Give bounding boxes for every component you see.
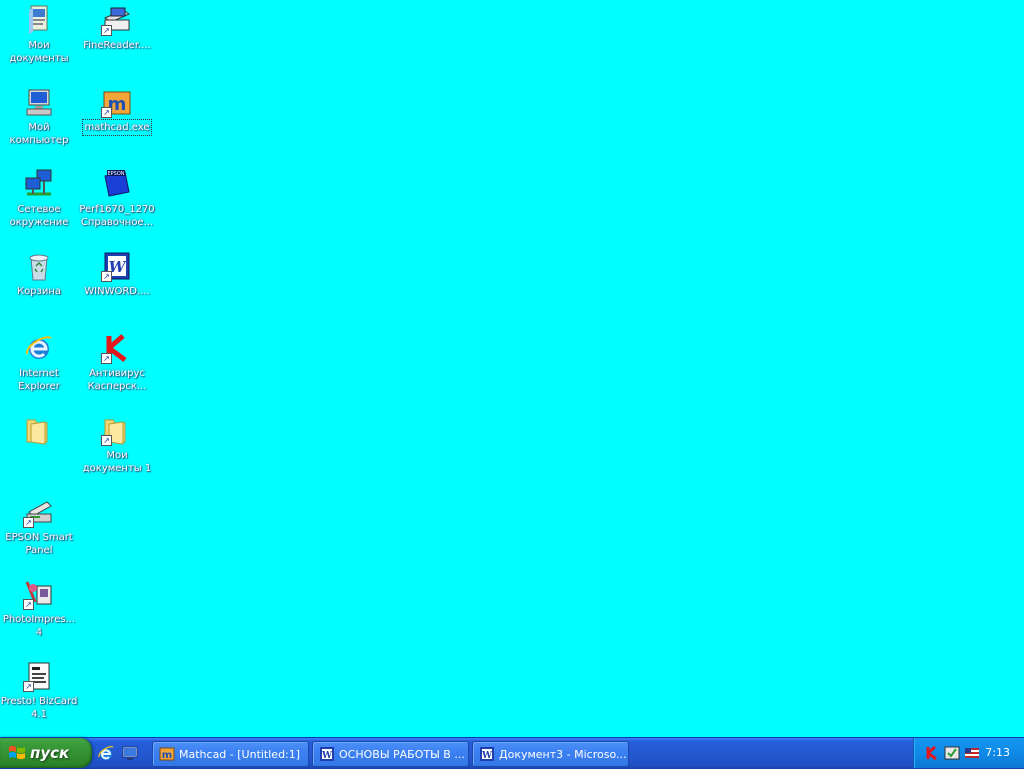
desktop-icon-internet-explorer[interactable]: Internet Explorer [0, 332, 78, 393]
network-places-icon [23, 168, 55, 200]
epson-smart-panel-icon: ↗ [23, 496, 55, 528]
desktop-icon-epson-smart-panel[interactable]: ↗ EPSON Smart Panel [0, 496, 78, 557]
task-label: ОСНОВЫ РАБОТЫ В ... [339, 747, 465, 761]
desktop-icon-label: WINWORD.... [84, 286, 150, 297]
task-label: Mathcad - [Untitled:1] [179, 747, 301, 761]
desktop: Мои документы Мой компьютер Сетевое окру… [0, 0, 1024, 737]
start-button[interactable]: пуск [0, 738, 92, 768]
internet-explorer-icon [23, 332, 55, 364]
desktop-icon-finereader[interactable]: ↗ FineReader.... [78, 4, 156, 52]
svg-text:W: W [321, 751, 333, 761]
kaspersky-icon: ↗ [101, 332, 133, 364]
language-flag-icon[interactable] [964, 745, 980, 761]
desktop-icon-label: PhotoImpres... 4 [2, 614, 76, 638]
desktop-icon-label: Сетевое окружение [9, 204, 69, 228]
word-icon: W ↗ [101, 250, 133, 282]
desktop-icon-label: Мои документы 1 [82, 450, 152, 474]
kaspersky-icon[interactable] [924, 745, 940, 761]
taskbar-task-word-osnovy[interactable]: W ОСНОВЫ РАБОТЫ В ... [312, 741, 469, 767]
folder-shortcut-icon: ↗ [101, 414, 133, 446]
desktop-icon-label: EPSON Smart Panel [5, 532, 73, 556]
desktop-icon-epson-manual[interactable]: EPSON Perf1670_1270 Справочное... [78, 168, 156, 229]
folder-icon [23, 414, 55, 446]
desktop-icon-my-documents[interactable]: Мои документы [0, 4, 78, 65]
desktop-icon-label: Корзина [16, 286, 62, 297]
desktop-icon-label: mathcad.exe [82, 119, 152, 136]
my-computer-icon [23, 86, 55, 118]
my-documents-icon [23, 4, 55, 36]
quick-launch [97, 743, 139, 763]
task-label: Документ3 - Microso... [499, 747, 627, 761]
word-icon: W [480, 747, 494, 761]
desktop-icon-label: Антивирус Касперск... [87, 368, 147, 392]
desktop-icon-mathcad[interactable]: m ↗ mathcad.exe [78, 86, 156, 136]
desktop-icon-winword[interactable]: W ↗ WINWORD.... [78, 250, 156, 298]
internet-explorer-icon[interactable] [97, 744, 115, 762]
desktop-icon-label: Мой компьютер [9, 122, 69, 146]
svg-text:W: W [481, 751, 493, 761]
desktop-icon-folder[interactable] [0, 414, 78, 449]
desktop-icon-bizcard[interactable]: ↗ Presto! BizCard 4.1 [0, 660, 78, 721]
taskbar-task-word-document3[interactable]: W Документ3 - Microso... [472, 741, 629, 767]
desktop-icon-label: Internet Explorer [18, 368, 60, 392]
desktop-icon-kaspersky[interactable]: ↗ Антивирус Касперск... [78, 332, 156, 393]
desktop-icon-photoimpression[interactable]: ↗ PhotoImpres... 4 [0, 578, 78, 639]
windows-logo-icon [9, 745, 25, 760]
system-tray: 7:13 [913, 738, 1024, 768]
taskbar: пуск m Mathcad - [Untitled:1] W ОСНОВЫ Р… [0, 737, 1024, 769]
clock[interactable]: 7:13 [985, 746, 1010, 759]
desktop-icon-my-computer[interactable]: Мой компьютер [0, 86, 78, 147]
desktop-icon-label: Perf1670_1270 Справочное... [79, 204, 155, 228]
security-icon[interactable] [944, 745, 960, 761]
desktop-icon-label: Мои документы [9, 40, 69, 64]
photoimpression-icon: ↗ [23, 578, 55, 610]
taskbar-task-mathcad[interactable]: m Mathcad - [Untitled:1] [152, 741, 309, 767]
epson-manual-icon: EPSON [101, 168, 133, 200]
svg-text:m: m [162, 750, 172, 761]
mathcad-icon: m ↗ [101, 86, 133, 118]
start-label: пуск [30, 744, 70, 762]
finereader-icon: ↗ [101, 4, 133, 36]
svg-text:EPSON: EPSON [107, 171, 124, 177]
mathcad-icon: m [159, 747, 175, 761]
bizcard-icon: ↗ [23, 660, 55, 692]
recycle-bin-icon [23, 250, 55, 282]
show-desktop-icon[interactable] [121, 744, 139, 762]
desktop-icon-recycle-bin[interactable]: Корзина [0, 250, 78, 298]
desktop-icon-network-places[interactable]: Сетевое окружение [0, 168, 78, 229]
desktop-icon-my-documents-1[interactable]: ↗ Мои документы 1 [78, 414, 156, 475]
word-icon: W [320, 747, 334, 761]
desktop-icon-label: FineReader.... [83, 40, 151, 51]
desktop-icon-label: Presto! BizCard 4.1 [0, 696, 78, 720]
